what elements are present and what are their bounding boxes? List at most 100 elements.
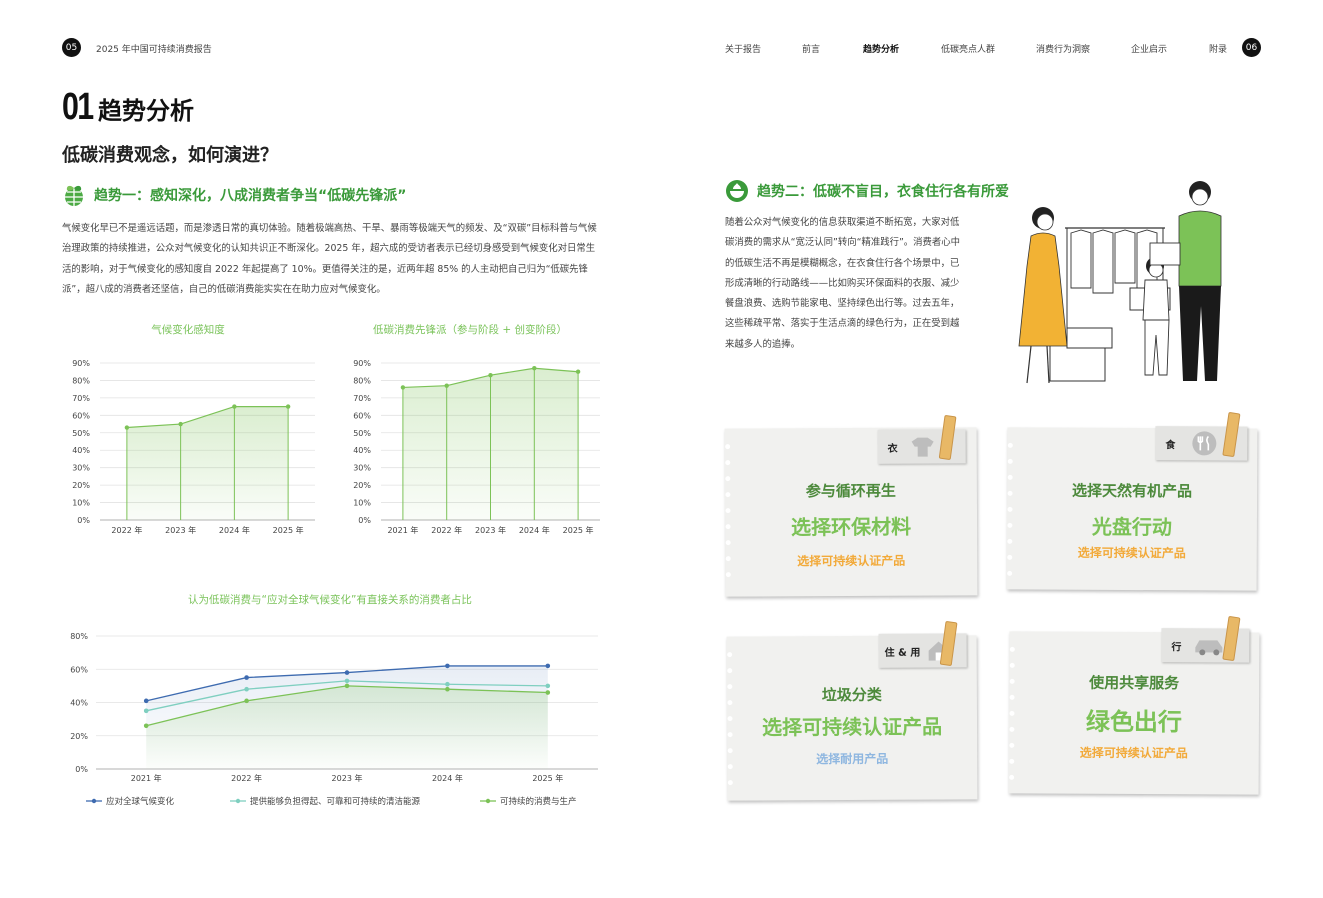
card-transport: 行 使用共享服务 绿色出行 选择可持续认证产品 bbox=[1008, 615, 1260, 795]
y-tick-label: 10% bbox=[353, 499, 371, 508]
data-point bbox=[285, 404, 291, 409]
legend-marker-sustainable bbox=[480, 798, 496, 804]
data-point bbox=[445, 681, 450, 687]
y-tick-label: 70% bbox=[72, 394, 90, 403]
y-tick-label: 30% bbox=[353, 464, 371, 473]
y-tick-label: 0% bbox=[77, 516, 90, 525]
legend-item-climate: 应对全球气候变化 bbox=[86, 795, 174, 807]
y-tick-label: 20% bbox=[72, 481, 90, 490]
card-food-line2: 光盘行动 bbox=[1091, 514, 1172, 540]
y-tick-label: 10% bbox=[72, 499, 90, 508]
trend-two-body: 随着公众对气候变化的信息获取渠道不断拓宽，大家对低碳消费的需求从“宽泛认同”转向… bbox=[725, 217, 961, 350]
trend-two-heading: 趋势二：低碳不盲目，衣食住行各有所爱 bbox=[725, 179, 1009, 203]
data-point bbox=[244, 698, 249, 704]
x-tick-label: 2025 年 bbox=[563, 525, 594, 535]
x-tick-label: 2023 年 bbox=[165, 525, 196, 535]
page-number-left: 05 bbox=[62, 38, 81, 57]
legend-item-clean-energy: 提供能够负担得起、可靠和可持续的清洁能源 bbox=[230, 795, 420, 807]
globe-leaf-icon bbox=[65, 185, 83, 206]
card-clothing-line1: 参与循环再生 bbox=[805, 481, 896, 501]
y-tick-label: 40% bbox=[72, 446, 90, 455]
x-tick-label: 2022 年 bbox=[111, 525, 142, 535]
data-point bbox=[124, 425, 130, 430]
data-point bbox=[178, 421, 183, 427]
card-tag-label: 衣 bbox=[887, 443, 898, 455]
y-tick-label: 60% bbox=[353, 411, 371, 420]
card-tag-label: 住 & 用 bbox=[884, 647, 921, 659]
x-tick-label: 2024 年 bbox=[432, 773, 463, 783]
area-fill bbox=[126, 406, 289, 520]
card-tag-label: 食 bbox=[1165, 439, 1176, 451]
nav-low-carbon-groups[interactable]: 低碳亮点人群 bbox=[941, 42, 995, 55]
data-point bbox=[575, 369, 581, 374]
nav-enterprise-insights[interactable]: 企业启示 bbox=[1131, 42, 1167, 55]
legend-marker-climate bbox=[86, 798, 102, 804]
page-number-right: 06 bbox=[1242, 38, 1261, 57]
food-bowl-icon bbox=[726, 180, 748, 202]
y-tick-label: 40% bbox=[70, 699, 88, 708]
data-point bbox=[232, 404, 237, 409]
data-point bbox=[344, 670, 350, 675]
y-tick-label: 80% bbox=[72, 376, 90, 385]
section-name: 趋势分析 bbox=[98, 97, 194, 125]
trend-two-title: 趋势二：低碳不盲目，衣食住行各有所爱 bbox=[757, 184, 1009, 200]
data-point bbox=[244, 675, 249, 680]
x-tick-label: 2021 年 bbox=[131, 773, 162, 783]
x-tick-label: 2022 年 bbox=[431, 525, 462, 535]
nav-consumer-insights[interactable]: 消费行为洞察 bbox=[1036, 42, 1090, 55]
card-housing-line1: 垃圾分类 bbox=[821, 685, 882, 705]
data-point bbox=[545, 683, 551, 689]
trend-one-heading: 趋势一：感知深化，八成消费者争当“低碳先锋派” bbox=[62, 183, 406, 207]
card-housing-line2: 选择可持续认证产品 bbox=[761, 714, 943, 740]
data-point bbox=[545, 663, 551, 669]
clothes-icon bbox=[911, 437, 934, 457]
nav-preface[interactable]: 前言 bbox=[802, 42, 820, 55]
data-point bbox=[143, 698, 149, 704]
x-tick-label: 2021 年 bbox=[387, 525, 418, 535]
cutlery-icon bbox=[1192, 431, 1217, 456]
y-tick-label: 90% bbox=[353, 359, 371, 368]
card-food-line3: 选择可持续认证产品 bbox=[1077, 545, 1186, 561]
y-tick-label: 20% bbox=[70, 732, 88, 741]
legend-item-sustainable: 可持续的消费与生产 bbox=[480, 795, 577, 807]
data-point bbox=[488, 373, 493, 378]
card-clothing-line2: 选择环保材料 bbox=[791, 514, 912, 540]
y-tick-label: 40% bbox=[353, 446, 371, 455]
family-illustration bbox=[1018, 181, 1222, 384]
card-housing-line3: 选择耐用产品 bbox=[816, 751, 889, 767]
y-tick-label: 60% bbox=[72, 411, 90, 420]
y-tick-label: 0% bbox=[75, 765, 88, 774]
card-housing: 住 & 用 垃圾分类 选择可持续认证产品 选择耐用产品 bbox=[726, 620, 978, 801]
card-food-line1: 选择天然有机产品 bbox=[1072, 481, 1193, 501]
chart-perception-title: 气候变化感知度 bbox=[151, 324, 225, 336]
card-tag-label: 行 bbox=[1171, 641, 1182, 653]
y-tick-label: 80% bbox=[353, 376, 371, 385]
trend-one-title: 趋势一：感知深化，八成消费者争当“低碳先锋派” bbox=[94, 188, 407, 204]
data-point bbox=[244, 686, 249, 692]
data-point bbox=[344, 678, 350, 684]
chart-relation-title: 认为低碳消费与“应对全球气候变化”有直接关系的消费者占比 bbox=[188, 594, 472, 606]
chart-pioneer-title: 低碳消费先锋派（参与阶段 + 创变阶段） bbox=[373, 324, 567, 336]
y-tick-label: 30% bbox=[72, 464, 90, 473]
section-question: 低碳消费观念，如何演进？ bbox=[62, 145, 278, 166]
chart-relation: 0% 20% 40% 60% 80% 2021 年 2022 年 2023 年 2024 年 20… bbox=[70, 632, 598, 783]
x-tick-label: 2023 年 bbox=[475, 525, 506, 535]
card-food: 食 选择天然有机产品 光盘行动 选择可持续认证产品 bbox=[1006, 411, 1258, 591]
data-point bbox=[445, 663, 450, 669]
legend-label-clean-energy: 提供能够负担得起、可靠和可持续的清洁能源 bbox=[250, 797, 421, 807]
x-tick-label: 2023 年 bbox=[332, 773, 363, 783]
nav-about-report[interactable]: 关于报告 bbox=[725, 42, 761, 55]
card-transport-line3: 选择可持续认证产品 bbox=[1079, 745, 1188, 761]
section-title: 01 趋势分析 bbox=[62, 86, 194, 129]
y-tick-label: 70% bbox=[353, 394, 371, 403]
legend-label-climate: 应对全球气候变化 bbox=[106, 797, 175, 807]
card-clothing-line3: 选择可持续认证产品 bbox=[797, 553, 906, 569]
nav-appendix[interactable]: 附录 bbox=[1209, 42, 1227, 55]
data-point bbox=[445, 686, 450, 692]
section-number: 01 bbox=[62, 86, 94, 128]
data-point bbox=[143, 723, 149, 729]
x-tick-label: 2024 年 bbox=[219, 525, 250, 535]
car-icon bbox=[1195, 640, 1223, 656]
card-transport-line1: 使用共享服务 bbox=[1089, 673, 1180, 693]
nav-trend-analysis[interactable]: 趋势分析 bbox=[863, 42, 899, 55]
